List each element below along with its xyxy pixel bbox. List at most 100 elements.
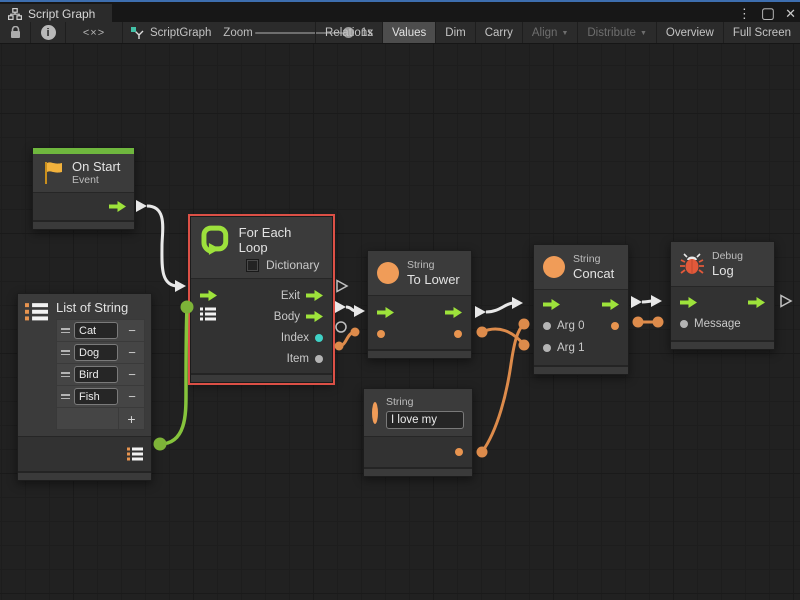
node-title: On Start [72, 159, 120, 174]
align-dropdown[interactable]: Align ▼ [522, 22, 578, 43]
info-icon: i [41, 25, 56, 40]
result-output-port[interactable] [611, 322, 619, 330]
bug-icon [680, 253, 704, 275]
list-item-input[interactable] [74, 344, 118, 361]
node-title: To Lower [407, 272, 460, 287]
string-input-port[interactable] [377, 330, 385, 338]
node-footer [368, 349, 471, 358]
graph-breadcrumb[interactable]: ScriptGraph [130, 22, 220, 43]
flow-input-port[interactable] [543, 299, 560, 310]
flow-output-port[interactable] [109, 201, 126, 212]
message-input-port[interactable] [680, 320, 688, 328]
flag-icon [42, 161, 64, 185]
list-item-input[interactable] [74, 388, 118, 405]
arg0-input-port[interactable] [543, 322, 551, 330]
node-footer [18, 471, 151, 480]
flow-arrow-icon [109, 201, 126, 212]
lock-icon [10, 26, 21, 39]
lock-button[interactable] [0, 22, 30, 43]
dim-button[interactable]: Dim [435, 22, 474, 43]
remove-item-button[interactable]: − [120, 345, 144, 360]
list-icon [25, 301, 48, 323]
port-label-exit: Exit [281, 290, 300, 302]
node-footer [364, 467, 472, 476]
remove-item-button[interactable]: − [120, 367, 144, 382]
script-graph-icon [130, 26, 144, 40]
port-label-item: Item [287, 353, 309, 365]
add-item-button[interactable]: + [118, 408, 144, 429]
flow-arrow-icon[interactable] [602, 299, 619, 310]
inspect-button[interactable]: i [31, 22, 65, 43]
tab-script-graph[interactable]: Script Graph [0, 4, 112, 24]
distribute-dropdown[interactable]: Distribute ▼ [577, 22, 656, 43]
node-category: Debug [712, 250, 743, 263]
relations-button[interactable]: Relations [315, 22, 382, 43]
tab-title: Script Graph [28, 7, 95, 21]
flow-arrow-icon[interactable] [748, 297, 765, 308]
flow-arrow-icon[interactable] [306, 311, 323, 322]
list-item-input[interactable] [74, 366, 118, 383]
loop-icon [200, 224, 230, 256]
dictionary-checkbox[interactable] [246, 259, 259, 272]
node-debug-log[interactable]: Debug Log Message [670, 241, 775, 350]
node-footer [33, 220, 134, 229]
node-on-start[interactable]: On Start Event [32, 147, 135, 230]
chevron-down-icon: ▼ [640, 28, 647, 37]
list-output-port[interactable] [127, 447, 143, 461]
node-title: Concat [573, 266, 614, 281]
zoom-label: Zoom [222, 22, 254, 43]
remove-item-button[interactable]: − [120, 389, 144, 404]
flow-input-port[interactable] [200, 290, 217, 301]
node-category: String [573, 253, 614, 266]
list-input-port[interactable] [200, 307, 216, 326]
graph-toolbar: i <×> ScriptGraph Zoom 1x Relations Valu… [0, 22, 800, 44]
port-label-message: Message [694, 318, 741, 330]
item-output-port[interactable] [315, 355, 323, 363]
window-menu-icon[interactable]: ⋮ [738, 4, 751, 24]
window-close-icon[interactable]: ✕ [785, 4, 796, 24]
flow-input-port[interactable] [680, 297, 697, 308]
string-output-port[interactable] [454, 330, 462, 338]
chevron-down-icon: ▼ [561, 28, 568, 37]
drag-handle-icon[interactable] [57, 394, 74, 399]
values-button[interactable]: Values [382, 22, 435, 43]
drag-handle-icon[interactable] [57, 328, 74, 333]
drag-handle-icon[interactable] [57, 372, 74, 377]
node-to-lower[interactable]: String To Lower [367, 250, 472, 359]
node-concat[interactable]: String Concat Arg 0 Arg 1 [533, 244, 629, 375]
port-label-body: Body [274, 311, 300, 323]
index-output-port[interactable] [315, 334, 323, 342]
list-editor: − − − − [56, 319, 145, 430]
node-footer [191, 373, 332, 382]
fullscreen-button[interactable]: Full Screen [723, 22, 800, 43]
overview-button[interactable]: Overview [656, 22, 723, 43]
flow-arrow-icon[interactable] [445, 307, 462, 318]
code-preview-button[interactable]: <×> [66, 22, 122, 43]
string-output-port[interactable] [455, 448, 463, 456]
list-item-row: − [57, 364, 144, 386]
list-item-input[interactable] [74, 322, 118, 339]
node-title: Log [712, 263, 743, 278]
string-type-icon [377, 262, 399, 284]
node-category: String [407, 259, 460, 272]
string-value-input[interactable] [386, 411, 464, 429]
node-footer [534, 365, 628, 374]
remove-item-button[interactable]: − [120, 323, 144, 338]
flow-arrow-icon [377, 307, 394, 318]
arg1-input-port[interactable] [543, 344, 551, 352]
flow-arrow-icon [543, 299, 560, 310]
drag-handle-icon[interactable] [57, 350, 74, 355]
carry-button[interactable]: Carry [475, 22, 522, 43]
node-footer [671, 340, 774, 349]
window-maximize-icon[interactable]: ▢ [761, 4, 775, 24]
list-item-row: − [57, 386, 144, 408]
node-for-each-loop[interactable]: For Each Loop Dictionary Exit [190, 216, 333, 383]
code-icon: <×> [83, 27, 105, 39]
node-string-literal[interactable]: String [363, 388, 473, 477]
port-label-arg0: Arg 0 [557, 320, 585, 332]
port-label-index: Index [281, 332, 309, 344]
node-list-of-string[interactable]: List of String − − − [17, 293, 152, 481]
flow-input-port[interactable] [377, 307, 394, 318]
flow-arrow-icon [680, 297, 697, 308]
flow-arrow-icon[interactable] [306, 290, 323, 301]
